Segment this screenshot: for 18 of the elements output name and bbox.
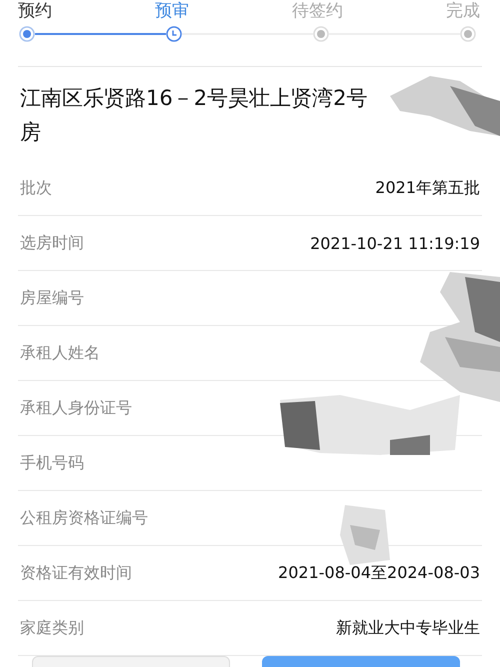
field-value: 2021-08-04至2024-08-03 — [278, 562, 480, 584]
step-label: 预审 — [155, 1, 189, 21]
step-label: 待签约 — [292, 1, 343, 21]
field-label: 手机号码 — [20, 452, 84, 474]
field-value: 2021年第五批 — [375, 178, 480, 198]
field-label: 选房时间 — [20, 232, 84, 254]
address-title: 江南区乐贤路16－2号昊壮上贤湾2号 房 — [20, 85, 368, 146]
step-label: 预约 — [18, 1, 52, 21]
field-label: 承租人姓名 — [20, 342, 100, 364]
field-value: 新就业大中专毕业生 — [336, 618, 480, 638]
field-value: 2021-10-21 11:19:19 — [310, 234, 480, 252]
field-label: 资格证有效时间 — [20, 562, 132, 584]
step-label: 完成 — [446, 1, 480, 21]
field-label: 公租房资格证编号 — [20, 508, 148, 528]
field-label: 家庭类别 — [20, 618, 84, 638]
field-label: 承租人身份证号 — [20, 398, 132, 418]
field-label: 房屋编号 — [20, 288, 84, 308]
field-label: 批次 — [20, 178, 52, 198]
